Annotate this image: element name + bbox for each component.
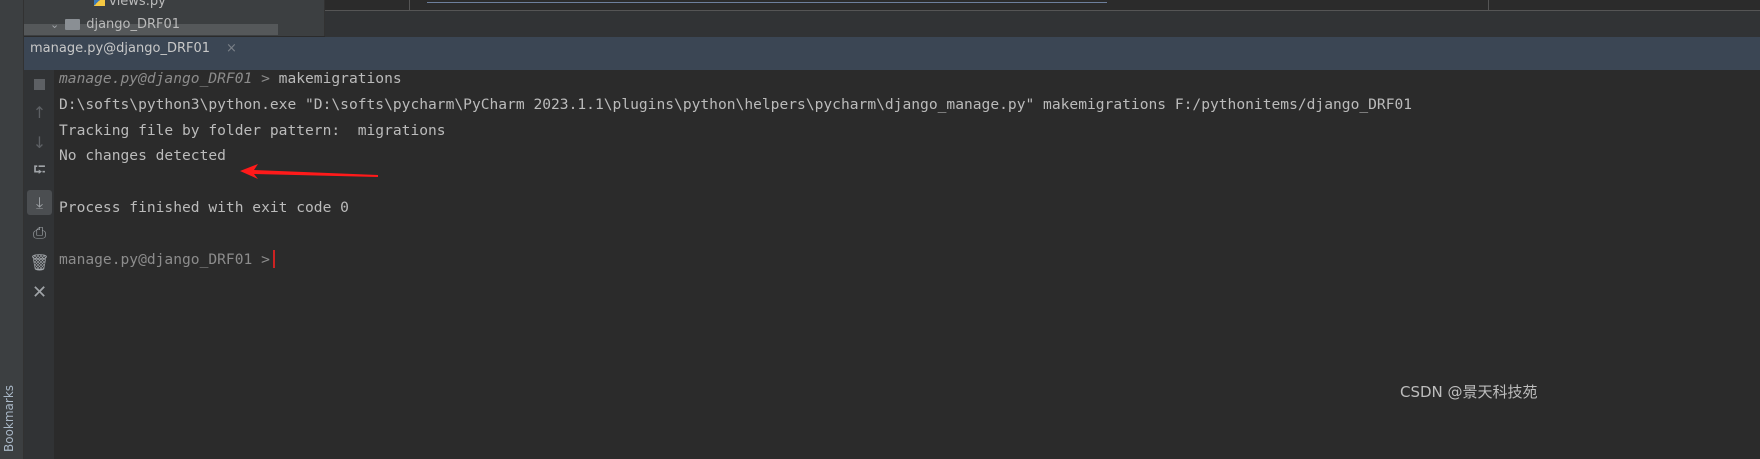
- tab-label: manage.py@django_DRF01: [30, 41, 211, 56]
- folder-icon: [65, 19, 81, 30]
- print-icon[interactable]: ⎙: [27, 220, 52, 245]
- tree-item-django-drf01[interactable]: ⌄ django_DRF01: [50, 17, 180, 32]
- chevron-down-icon[interactable]: ⌄: [50, 18, 59, 31]
- run-toolbar: ↑ ↓ ⮓ ⤓ ⎙ 🗑 ✕: [24, 70, 55, 459]
- close-icon[interactable]: ✕: [27, 280, 52, 305]
- bookmarks-tool-button[interactable]: Bookmarks: [2, 385, 16, 452]
- file-label: views.py: [109, 0, 166, 9]
- text-cursor: [272, 249, 275, 268]
- divider: [1488, 0, 1489, 10]
- watermark: CSDN @景天科技苑: [1400, 383, 1538, 401]
- trash-icon[interactable]: 🗑: [27, 250, 52, 275]
- soft-wrap-icon[interactable]: ⮓: [27, 160, 52, 185]
- tree-item-views-py[interactable]: views.py: [94, 0, 166, 9]
- tab-manage-py[interactable]: manage.py@django_DRF01 ×: [30, 41, 237, 56]
- python-file-icon: [94, 0, 105, 6]
- stop-icon[interactable]: [27, 72, 52, 97]
- project-tree: views.py ⌄ django_DRF01: [24, 0, 324, 36]
- arrow-shape: [240, 164, 378, 179]
- folder-label: django_DRF01: [86, 17, 181, 32]
- console-command-line: manage.py@django_DRF01 > makemigrations: [59, 66, 1412, 92]
- editor-area: [324, 0, 1760, 37]
- console-line: Process finished with exit code 0: [59, 198, 349, 216]
- console-line: D:\softs\python3\python.exe "D:\softs\py…: [59, 95, 1413, 113]
- left-tool-strip: Bookmarks: [0, 0, 24, 459]
- editor-status-band: [325, 11, 1760, 37]
- down-arrow-icon[interactable]: ↓: [27, 130, 52, 155]
- console-input-line[interactable]: manage.py@django_DRF01 >: [59, 247, 1412, 273]
- console-line: Tracking file by folder pattern: migrati…: [59, 121, 446, 139]
- console-prompt: manage.py@django_DRF01 >: [59, 70, 270, 87]
- red-arrow-annotation: [240, 164, 378, 179]
- close-icon[interactable]: ×: [226, 41, 237, 56]
- console-prompt: manage.py@django_DRF01 >: [59, 250, 270, 268]
- up-arrow-icon[interactable]: ↑: [27, 100, 52, 125]
- divider: [409, 0, 410, 10]
- editor-line: [427, 2, 1107, 3]
- scroll-to-end-icon[interactable]: ⤓: [27, 190, 52, 215]
- console-command: makemigrations: [269, 70, 402, 87]
